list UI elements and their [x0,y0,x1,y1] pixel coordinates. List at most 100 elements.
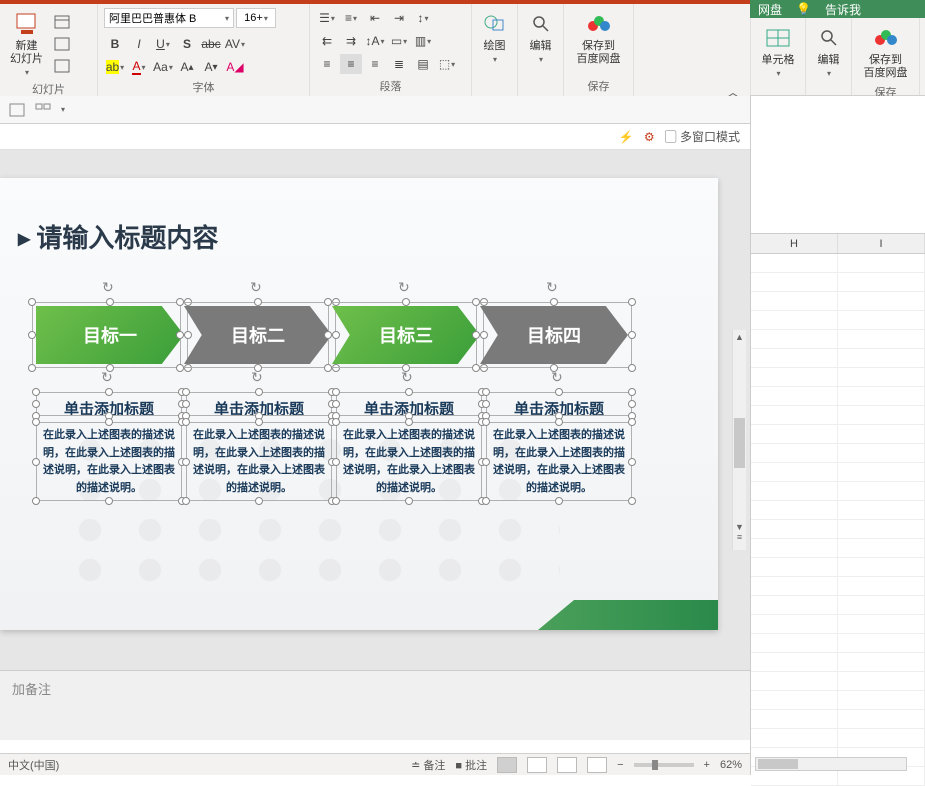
excel-cell[interactable] [838,254,925,272]
excel-cell[interactable] [838,444,925,462]
language-indicator[interactable]: 中文(中国) [8,757,59,773]
excel-cell[interactable] [838,482,925,500]
excel-cell[interactable] [751,501,838,519]
zoom-level[interactable]: 62% [720,759,742,771]
zoom-out-button[interactable]: − [617,759,623,771]
selection-handle[interactable] [472,364,480,372]
selection-handle[interactable] [472,298,480,306]
selection-handle[interactable] [478,418,486,426]
rotation-handle[interactable]: ↻ [551,369,563,386]
selection-handle[interactable] [178,388,186,396]
excel-cell[interactable] [838,615,925,633]
excel-cell[interactable] [838,311,925,329]
excel-row[interactable] [751,653,925,672]
selection-handle[interactable] [332,458,340,466]
excel-cell[interactable] [751,311,838,329]
excel-row[interactable] [751,254,925,273]
excel-row[interactable] [751,482,925,501]
excel-save-baidu-button[interactable]: 保存到 百度网盘 [858,22,913,82]
zoom-in-button[interactable]: + [704,759,710,771]
selection-handle[interactable] [482,412,490,420]
slide-title-placeholder[interactable]: 请输入标题内容 [18,218,218,255]
col-header[interactable]: H [751,234,838,253]
selection-handle[interactable] [482,400,490,408]
selection-handle[interactable] [405,418,413,426]
selection-handle[interactable] [178,400,186,408]
slide[interactable]: 请输入标题内容 目标一↻目标二↻目标三↻目标四↻ 单击添加标题在此录入上述图表的… [0,178,718,630]
excel-cell[interactable] [838,596,925,614]
wangpan-tab[interactable]: 网盘 [758,1,782,18]
new-slide-button[interactable]: 新建 幻灯片 ▾ [6,8,47,79]
selection-handle[interactable] [32,388,40,396]
selection-handle[interactable] [32,497,40,505]
excel-cell[interactable] [751,406,838,424]
selection-handle[interactable] [255,388,263,396]
excel-cell[interactable] [751,330,838,348]
excel-cell[interactable] [838,672,925,690]
scroll-down-icon[interactable]: ▼ [735,522,744,532]
selection-handle[interactable] [628,497,636,505]
selection-handle[interactable] [332,412,340,420]
align-text-button[interactable]: ▭▾ [388,31,410,51]
vertical-scrollbar[interactable]: ▲ ▼ ≡ [732,330,746,550]
selection-handle[interactable] [328,388,336,396]
next-slide-icon[interactable]: ≡ [735,532,744,542]
excel-cell[interactable] [751,292,838,310]
excel-cell[interactable] [751,368,838,386]
shrink-font-button[interactable]: A▾ [200,57,222,77]
selection-handle[interactable] [178,458,186,466]
selection-handle[interactable] [628,331,636,339]
excel-cell[interactable] [751,672,838,690]
scroll-up-icon[interactable]: ▲ [735,332,744,342]
selection-handle[interactable] [402,364,410,372]
slideshow-view-button[interactable] [587,757,607,773]
formula-bar[interactable] [751,216,925,234]
selection-handle[interactable] [184,364,192,372]
selection-handle[interactable] [182,418,190,426]
selection-handle[interactable] [328,458,336,466]
excel-cell[interactable] [838,691,925,709]
excel-row[interactable] [751,292,925,311]
section-button[interactable] [51,56,73,76]
text-block[interactable]: 单击添加标题在此录入上述图表的描述说明，在此录入上述图表的描述说明，在此录入上述… [36,394,182,501]
shadow-button[interactable]: S [176,34,198,54]
selection-handle[interactable] [405,388,413,396]
selection-handle[interactable] [106,364,114,372]
text-block[interactable]: 单击添加标题在此录入上述图表的描述说明，在此录入上述图表的描述说明，在此录入上述… [486,394,632,501]
excel-cell[interactable] [838,729,925,747]
arrow-shape[interactable]: 目标二↻ [184,306,332,364]
excel-row[interactable] [751,444,925,463]
selection-handle[interactable] [106,298,114,306]
save-baidu-button[interactable]: 保存到 百度网盘 [570,8,627,68]
excel-cell[interactable] [838,406,925,424]
line-spacing-button[interactable]: ↕▾ [412,8,434,28]
selection-handle[interactable] [324,298,332,306]
excel-cell[interactable] [751,349,838,367]
excel-cell[interactable] [838,501,925,519]
zoom-slider[interactable] [634,763,694,767]
indent-dec-button[interactable]: ⇤ [364,8,386,28]
bullets-button[interactable]: ☰▾ [316,8,338,28]
selection-handle[interactable] [628,418,636,426]
distribute-button[interactable]: ▤ [412,54,434,74]
arrow-shape[interactable]: 目标四↻ [480,306,628,364]
excel-cell[interactable] [751,653,838,671]
excel-cell[interactable] [751,710,838,728]
excel-cell[interactable] [838,368,925,386]
selection-handle[interactable] [628,458,636,466]
text-direction-button[interactable]: ↕A▾ [364,31,386,51]
excel-cell[interactable] [751,482,838,500]
excel-row[interactable] [751,330,925,349]
strikethrough-button[interactable]: abc [200,34,222,54]
excel-cell[interactable] [838,577,925,595]
selection-handle[interactable] [402,298,410,306]
selection-handle[interactable] [324,364,332,372]
selection-handle[interactable] [28,331,36,339]
text-effects-button[interactable]: AV▾ [224,34,246,54]
selection-handle[interactable] [628,298,636,306]
excel-row[interactable] [751,368,925,387]
excel-cell[interactable] [751,615,838,633]
selection-handle[interactable] [480,364,488,372]
excel-cell[interactable] [751,577,838,595]
selection-handle[interactable] [182,388,190,396]
